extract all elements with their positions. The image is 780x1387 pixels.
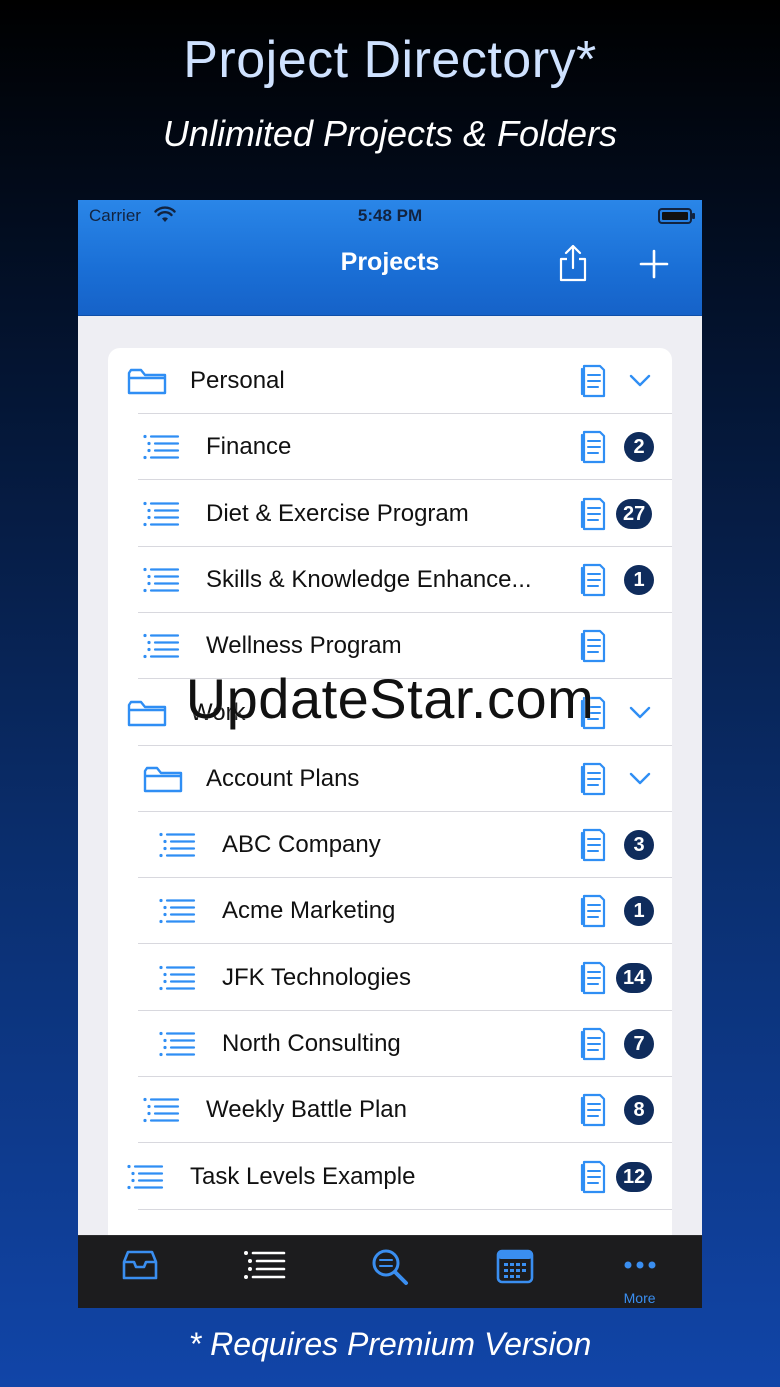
folder-icon — [127, 700, 167, 726]
notes-icon[interactable] — [580, 495, 606, 533]
page-title: Projects — [340, 248, 440, 276]
project-row[interactable]: Skills & Knowledge Enhance... 1 — [108, 547, 672, 613]
notes-icon[interactable] — [580, 694, 606, 732]
list-icon — [159, 965, 196, 990]
promo-subtitle: Unlimited Projects & Folders — [162, 113, 618, 154]
project-row[interactable]: Task Levels Example 12 — [108, 1144, 672, 1210]
count-badge: 7 — [624, 1029, 654, 1059]
row-label: Acme Marketing — [222, 897, 396, 925]
notes-icon[interactable] — [580, 362, 606, 400]
folder-row[interactable]: Account Plans — [108, 746, 672, 812]
project-row[interactable]: Acme Marketing 1 — [108, 878, 672, 945]
count-badge: 12 — [616, 1161, 653, 1192]
search-icon — [372, 1249, 408, 1285]
project-list: Personal Finance 2 Diet & Exercise Program 2… — [108, 348, 672, 1308]
tab-bar: More — [78, 1235, 702, 1308]
list-icon — [159, 1031, 196, 1057]
row-label: ABC Company — [222, 831, 381, 859]
notes-icon[interactable] — [580, 826, 606, 864]
row-label: Finance — [206, 433, 292, 461]
count-badge: 14 — [616, 962, 653, 993]
chevron-down-icon — [629, 374, 651, 387]
notes-icon[interactable] — [580, 627, 606, 665]
list-icon — [127, 1164, 164, 1189]
row-label: Wellness Program — [206, 632, 402, 660]
notes-icon[interactable] — [580, 561, 606, 599]
notes-icon[interactable] — [580, 1158, 606, 1196]
tab-more-label: More — [623, 1290, 656, 1306]
count-badge: 1 — [624, 896, 654, 927]
more-icon — [624, 1261, 656, 1269]
list-icon — [159, 832, 196, 858]
notes-icon[interactable] — [580, 760, 606, 798]
project-row[interactable]: North Consulting 7 — [108, 1011, 672, 1077]
project-row[interactable]: Diet & Exercise Program 27 — [108, 481, 672, 547]
row-label: Diet & Exercise Program — [206, 499, 469, 527]
row-label: Task Levels Example — [190, 1162, 416, 1190]
promo-footer: * Requires Premium Version — [188, 1326, 592, 1362]
notes-icon[interactable] — [580, 1025, 606, 1063]
row-label: Work — [190, 698, 246, 726]
notes-icon[interactable] — [580, 1091, 606, 1129]
row-label: Personal — [190, 367, 285, 394]
tab-list[interactable] — [203, 1236, 328, 1308]
count-badge: 8 — [624, 1095, 654, 1126]
status-time: 5:48 PM — [357, 206, 423, 225]
tab-more[interactable]: More — [577, 1236, 702, 1308]
count-badge: 27 — [616, 498, 653, 529]
tab-calendar[interactable] — [452, 1236, 577, 1308]
tab-inbox[interactable] — [78, 1236, 203, 1308]
folder-row[interactable]: Personal — [108, 348, 672, 414]
share-icon[interactable] — [556, 242, 590, 284]
project-row[interactable]: Wellness Program — [108, 613, 672, 680]
row-label: JFK Technologies — [222, 963, 411, 991]
folder-icon — [143, 766, 183, 792]
row-label: North Consulting — [222, 1030, 401, 1057]
notes-icon[interactable] — [580, 892, 606, 930]
count-badge: 3 — [624, 830, 654, 861]
project-row[interactable]: JFK Technologies 14 — [108, 945, 672, 1011]
navigation-bar: Carrier 5:48 PM Projects — [78, 200, 702, 316]
project-row[interactable]: Finance 2 — [108, 414, 672, 481]
folder-row[interactable]: Work — [108, 680, 672, 746]
notes-icon[interactable] — [580, 959, 606, 997]
tab-search[interactable] — [328, 1236, 453, 1308]
count-badge: 1 — [624, 564, 654, 595]
chevron-down-icon — [629, 706, 651, 718]
count-badge: 2 — [624, 432, 654, 463]
list-icon — [143, 1098, 180, 1123]
project-row[interactable]: Weekly Battle Plan 8 — [108, 1077, 672, 1144]
battery-icon — [658, 208, 695, 224]
project-row[interactable]: ABC Company 3 — [108, 812, 672, 879]
list-icon — [143, 634, 180, 659]
notes-icon[interactable] — [580, 428, 606, 466]
list-icon — [143, 435, 180, 460]
calendar-icon — [496, 1249, 534, 1284]
phone-screen: Carrier 5:48 PM Projects Personal Finance… — [78, 200, 702, 1308]
list-icon — [244, 1251, 286, 1279]
inbox-icon — [123, 1250, 158, 1280]
promo-title: Project Directory* — [183, 31, 597, 89]
row-divider — [138, 1208, 672, 1210]
row-label: Skills & Knowledge Enhance... — [206, 565, 532, 593]
list-icon — [143, 501, 180, 526]
list-icon — [143, 567, 180, 592]
row-label: Account Plans — [206, 764, 360, 792]
folder-icon — [127, 368, 167, 395]
plus-icon[interactable] — [638, 248, 670, 280]
chevron-down-icon — [629, 772, 651, 784]
list-icon — [159, 899, 196, 924]
row-label: Weekly Battle Plan — [206, 1096, 407, 1124]
